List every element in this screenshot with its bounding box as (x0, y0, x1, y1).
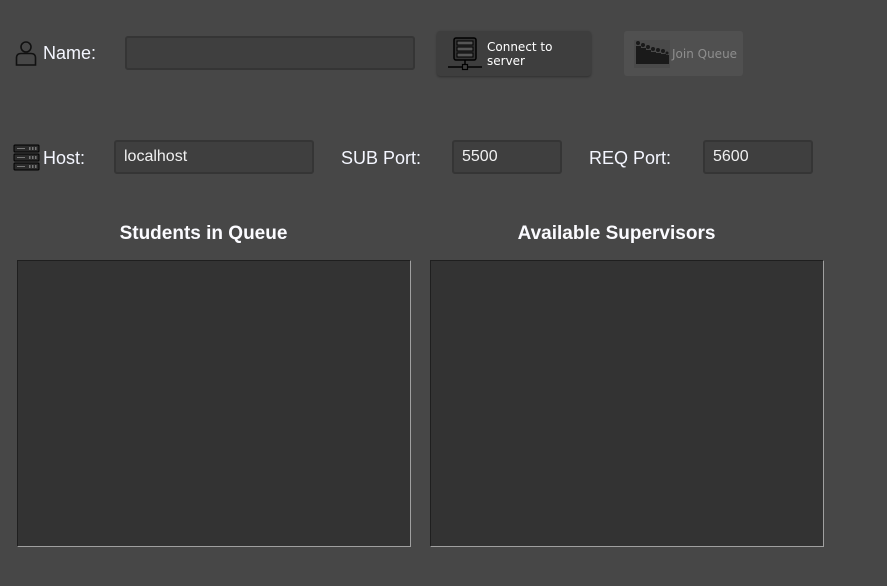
join-queue-button[interactable]: Join Queue (624, 31, 743, 76)
available-supervisors-heading: Available Supervisors (517, 223, 716, 244)
available-supervisors-list[interactable] (430, 260, 824, 547)
queue-people-icon (634, 39, 670, 68)
server-rack-icon (13, 144, 40, 171)
req-port-label: REQ Port: (589, 148, 672, 168)
connect-to-server-button[interactable]: Connect to server (437, 31, 591, 76)
user-icon (14, 40, 38, 66)
join-queue-label: Join Queue (672, 46, 738, 61)
req-port-input[interactable] (703, 140, 813, 174)
students-in-queue-heading: Students in Queue (119, 223, 288, 244)
name-input[interactable] (125, 36, 415, 70)
students-in-queue-list[interactable] (17, 260, 411, 547)
connect-to-server-label: Connect to server (487, 39, 553, 68)
host-input[interactable] (114, 140, 314, 174)
sub-port-input[interactable] (452, 140, 562, 174)
name-label: Name: (43, 43, 97, 63)
sub-port-label: SUB Port: (341, 148, 422, 168)
host-label: Host: (43, 148, 86, 168)
server-network-icon (447, 36, 483, 72)
